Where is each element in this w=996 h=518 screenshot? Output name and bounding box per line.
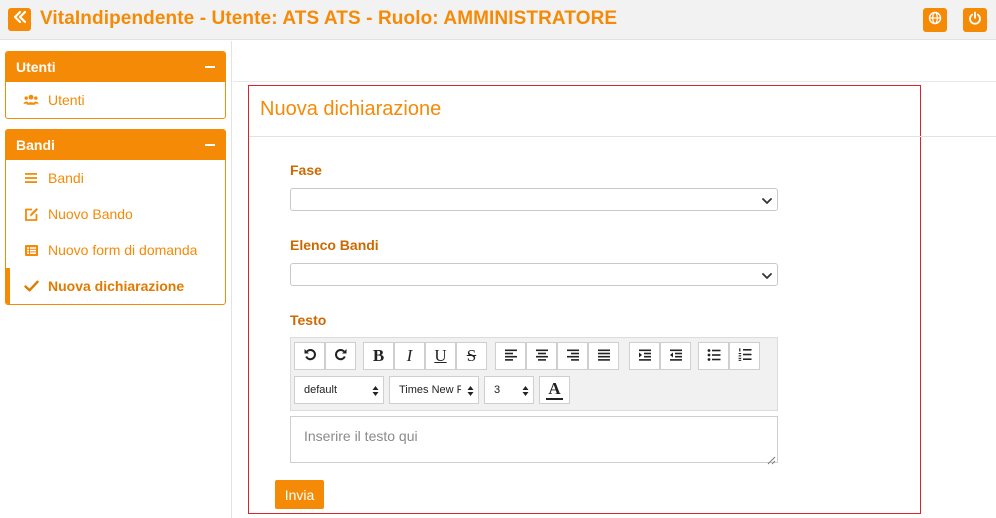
bold-button[interactable]: B: [363, 342, 394, 370]
users-icon: [23, 92, 39, 108]
panel-bandi-header[interactable]: Bandi: [6, 130, 225, 160]
sidebar-item-label: Nuovo form di domanda: [48, 242, 198, 258]
elenco-bandi-select[interactable]: [290, 263, 778, 286]
app-title: VitaIndipendente - Utente: ATS ATS - Ruo…: [40, 8, 618, 29]
undo-icon: [303, 346, 317, 366]
form-list-icon: [23, 242, 39, 258]
panel-title: Bandi: [16, 137, 55, 153]
chevron-down-icon: [761, 194, 773, 206]
fase-label: Fase: [290, 162, 322, 178]
align-left-button[interactable]: [495, 342, 526, 370]
sidebar: Utenti Utenti Bandi Bandi Nuovo Bando Nu…: [0, 41, 232, 518]
sidebar-item-label: Utenti: [48, 92, 85, 108]
up-down-icon: [522, 385, 529, 397]
align-right-button[interactable]: [557, 342, 588, 370]
numbered-list-icon: [738, 346, 752, 366]
style-select[interactable]: default: [294, 376, 384, 404]
form-card: Nuova dichiarazione Fase Elenco Bandi Te…: [248, 85, 996, 514]
align-right-icon: [566, 346, 580, 366]
panel-utenti: Utenti Utenti: [5, 51, 226, 119]
panel-title: Utenti: [16, 59, 56, 75]
resize-grip-icon[interactable]: [767, 452, 776, 465]
double-chevron-left-icon: [13, 10, 27, 29]
textarea-placeholder: Inserire il testo qui: [304, 428, 418, 444]
panel-utenti-header[interactable]: Utenti: [6, 52, 225, 82]
sidebar-item-nuovo-form-domanda[interactable]: Nuovo form di domanda: [6, 232, 225, 268]
edit-icon: [23, 206, 39, 222]
sidebar-item-label: Bandi: [48, 170, 84, 186]
sidebar-item-bandi[interactable]: Bandi: [6, 160, 225, 196]
elenco-bandi-label: Elenco Bandi: [290, 237, 379, 253]
collapse-minus-icon[interactable]: [205, 144, 215, 146]
underline-button[interactable]: U: [425, 342, 456, 370]
justify-button[interactable]: [588, 342, 619, 370]
indent-icon: [638, 346, 652, 366]
bullet-list-button[interactable]: [698, 342, 729, 370]
list-icon: [23, 170, 39, 186]
indent-button[interactable]: [629, 342, 660, 370]
bullet-list-icon: [707, 346, 721, 366]
page-title: Nuova dichiarazione: [260, 98, 442, 120]
font-color-glyph: A: [548, 378, 561, 398]
collapse-minus-icon[interactable]: [205, 66, 215, 68]
language-button[interactable]: [923, 8, 947, 32]
align-left-icon: [504, 346, 518, 366]
sidebar-item-label: Nuova dichiarazione: [48, 278, 185, 294]
font-size-select[interactable]: 3: [484, 376, 534, 404]
check-icon: [23, 278, 39, 294]
title-divider: [249, 136, 996, 137]
font-color-bar: [546, 397, 563, 400]
redo-button[interactable]: [325, 342, 356, 370]
editor-toolbar: B I U S default Times New R 3 A: [290, 337, 778, 411]
top-bar: VitaIndipendente - Utente: ATS ATS - Ruo…: [0, 0, 996, 40]
globe-icon: [928, 11, 942, 30]
up-down-icon: [467, 385, 474, 397]
sidebar-item-nuova-dichiarazione[interactable]: Nuova dichiarazione: [6, 268, 225, 304]
panel-bandi: Bandi Bandi Nuovo Bando Nuovo form di do…: [5, 129, 226, 305]
content-divider: [233, 81, 996, 82]
testo-textarea[interactable]: Inserire il testo qui: [290, 416, 778, 465]
sidebar-item-label: Nuovo Bando: [48, 206, 133, 222]
logout-button[interactable]: [963, 8, 987, 32]
sidebar-item-utenti[interactable]: Utenti: [6, 82, 225, 118]
strikethrough-button[interactable]: S: [456, 342, 487, 370]
collapse-menu-button[interactable]: [8, 8, 31, 31]
testo-label: Testo: [290, 312, 327, 328]
fase-select[interactable]: [290, 188, 778, 211]
numbered-list-button[interactable]: [729, 342, 760, 370]
undo-button[interactable]: [294, 342, 325, 370]
justify-icon: [597, 346, 611, 366]
chevron-down-icon: [761, 269, 773, 281]
redo-icon: [334, 346, 348, 366]
italic-button[interactable]: I: [394, 342, 425, 370]
submit-button[interactable]: Invia: [275, 480, 324, 509]
outdent-icon: [669, 346, 683, 366]
sidebar-item-nuovo-bando[interactable]: Nuovo Bando: [6, 196, 225, 232]
outdent-button[interactable]: [660, 342, 691, 370]
font-family-select[interactable]: Times New R: [389, 376, 479, 404]
align-center-button[interactable]: [526, 342, 557, 370]
align-center-icon: [535, 346, 549, 366]
power-icon: [968, 11, 982, 30]
up-down-icon: [372, 385, 379, 397]
font-color-button[interactable]: A: [539, 376, 570, 404]
